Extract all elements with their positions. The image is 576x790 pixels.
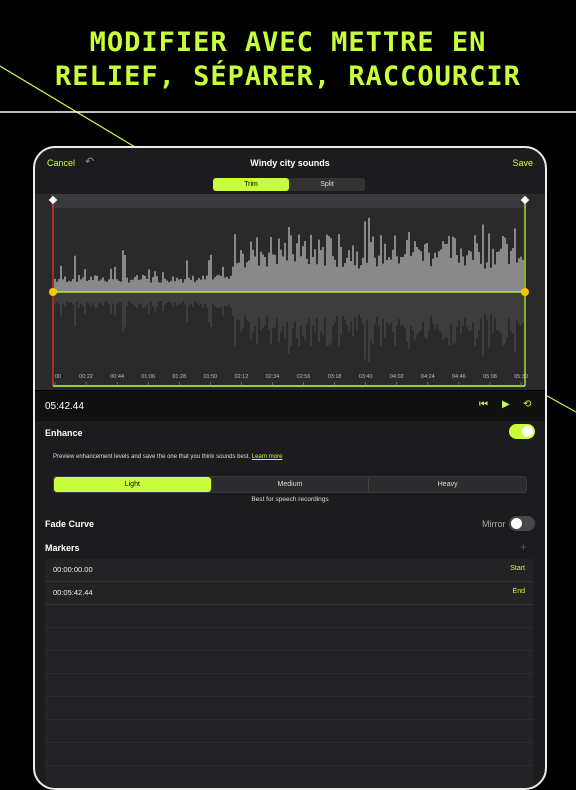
timeline-tick-label: 01:50 <box>203 374 217 380</box>
list-item[interactable]: 00:05:42.44 End <box>45 582 533 605</box>
nav-bar: Cancel ↶ Windy city sounds Save <box>35 148 545 180</box>
enhance-toggle[interactable] <box>509 424 535 439</box>
list-item[interactable]: 00:00:00.00 Start <box>45 559 533 582</box>
trim-start-marker-icon <box>48 195 58 205</box>
timeline-tick-label: 04:02 <box>390 374 404 380</box>
timeline-tick-label: 05:08 <box>483 374 497 380</box>
level-light[interactable]: Light <box>54 477 211 492</box>
empty-row <box>45 720 533 743</box>
enhance-description: Preview enhancement levels and save the … <box>53 454 251 460</box>
playback-bar: 05:42.44 ⏮ ▶ ⟲ <box>35 390 545 421</box>
mirror-label: Mirror <box>482 519 506 529</box>
marker-tag: End <box>512 588 525 595</box>
mirror-toggle[interactable] <box>509 516 535 531</box>
current-time: 05:42.44 <box>45 401 84 412</box>
marker-tag: Start <box>510 565 525 572</box>
save-button[interactable]: Save <box>512 158 533 168</box>
timeline-tick-label: 02:56 <box>297 374 311 380</box>
marker-time: 00:00:00.00 <box>53 565 93 574</box>
learn-more-link[interactable]: Learn more <box>252 454 283 460</box>
empty-row <box>45 697 533 720</box>
trim-end-marker-icon <box>520 195 530 205</box>
timeline-tick-label: 03:18 <box>328 374 342 380</box>
timeline-tick-label: 04:24 <box>421 374 435 380</box>
recording-title: Windy city sounds <box>250 158 330 168</box>
markers-list: 00:00:00.00 Start 00:05:42.44 End <box>45 559 533 788</box>
markers-label: Markers <box>45 543 80 553</box>
tab-trim[interactable]: Trim <box>213 178 289 191</box>
loop-icon[interactable]: ⟲ <box>523 399 531 410</box>
skip-to-start-icon[interactable]: ⏮ <box>479 399 488 410</box>
toggle-knob <box>522 426 533 437</box>
waveform-panel[interactable]: 00 00:22 00:44 01:06 01:28 01:50 02:12 02:34 02:… <box>35 194 545 390</box>
empty-row <box>45 605 533 628</box>
mode-segmented-control: Trim Split <box>213 178 365 191</box>
level-heavy[interactable]: Heavy <box>368 477 526 492</box>
play-icon[interactable]: ▶ <box>502 399 510 410</box>
timeline-tick-label: 01:28 <box>172 374 186 380</box>
timeline-tick-label: 01:06 <box>141 374 155 380</box>
headline-line-1: MODIFIER AVEC METTRE EN <box>89 27 487 58</box>
timeline-tick-label: 02:34 <box>266 374 280 380</box>
timeline-tick-label: 05:30 <box>514 374 528 380</box>
timeline-tick-label: 00:22 <box>79 374 93 380</box>
empty-row <box>45 628 533 651</box>
enhance-description-row: Preview enhancement levels and save the … <box>53 454 282 460</box>
toggle-knob <box>511 518 522 529</box>
plus-icon[interactable]: + <box>520 540 527 554</box>
empty-row <box>45 743 533 766</box>
tab-split[interactable]: Split <box>289 178 365 191</box>
enhance-label: Enhance <box>45 428 83 438</box>
trim-end-knob <box>521 288 529 296</box>
timeline-tick-label: 00:44 <box>110 374 124 380</box>
level-note: Best for speech recordings <box>251 496 329 503</box>
promo-headline: MODIFIER AVEC METTRE EN RELIEF, SÉPARER,… <box>0 26 576 94</box>
empty-row <box>45 674 533 697</box>
timeline-tick-label: 04:46 <box>452 374 466 380</box>
marker-time: 00:05:42.44 <box>53 588 93 597</box>
tablet-frame: Cancel ↶ Windy city sounds Save Trim Spl… <box>33 146 547 790</box>
waveform[interactable]: 00 00:22 00:44 01:06 01:28 01:50 02:12 02:34 02:… <box>35 194 545 390</box>
empty-row <box>45 651 533 674</box>
enhance-level-control: Light Medium Heavy <box>53 476 527 493</box>
headline-line-2: RELIEF, SÉPARER, RACCOURCIR <box>55 61 521 92</box>
trim-start-knob <box>49 288 57 296</box>
timeline-tick-label: 02:12 <box>235 374 249 380</box>
fade-curve-label: Fade Curve <box>45 519 95 529</box>
timeline-tick-label: 00 <box>55 374 61 380</box>
level-medium[interactable]: Medium <box>210 477 369 492</box>
timeline-tick-label: 03:40 <box>359 374 373 380</box>
